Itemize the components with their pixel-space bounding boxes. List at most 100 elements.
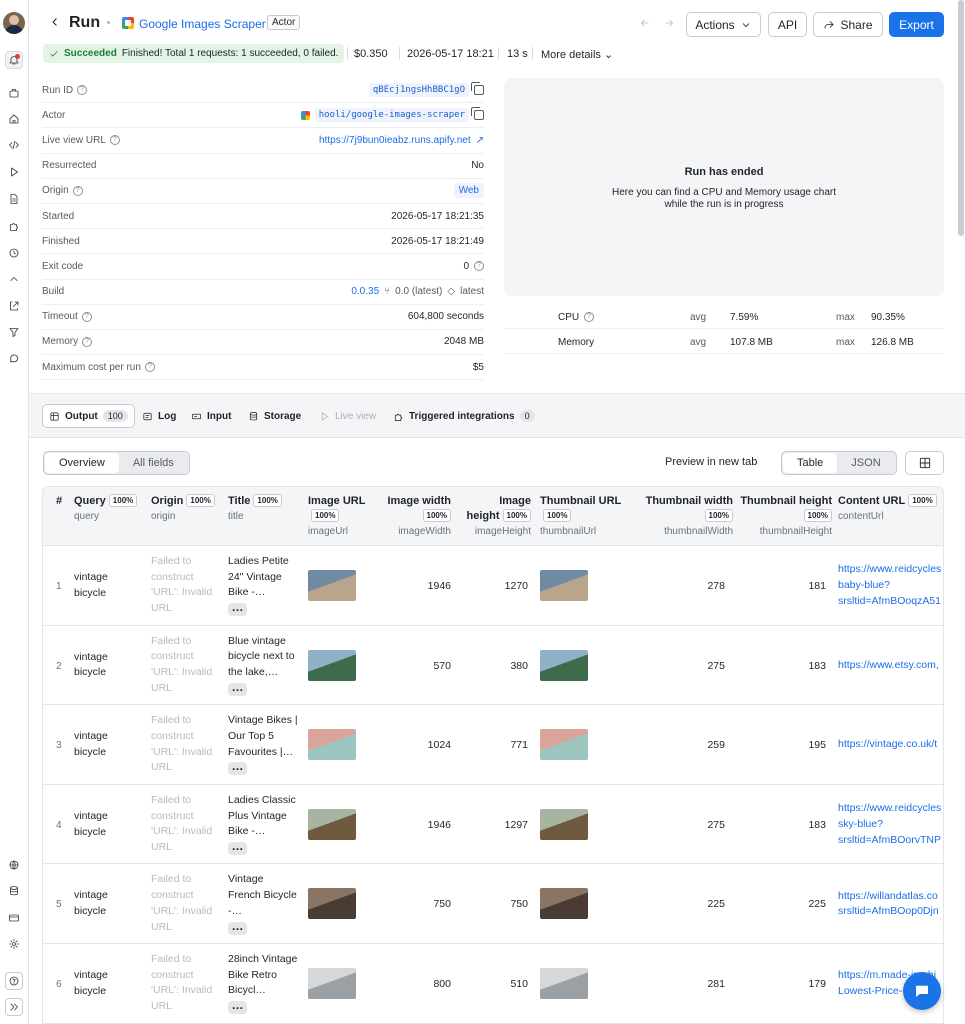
column-header[interactable]: Image URL 100% imageUrl bbox=[308, 494, 378, 539]
actor-id-link[interactable]: hooli/google-images-scraper bbox=[314, 108, 469, 123]
column-header[interactable]: Query 100% query bbox=[74, 494, 144, 524]
export-button[interactable]: Export bbox=[889, 12, 944, 37]
code-icon[interactable] bbox=[5, 136, 23, 154]
tab-triggered-integrations[interactable]: Triggered integrations 0 bbox=[393, 404, 535, 428]
image-thumbnail[interactable] bbox=[308, 808, 356, 840]
column-header[interactable]: # bbox=[56, 494, 68, 509]
globe-icon[interactable] bbox=[5, 856, 23, 874]
run-id-value[interactable]: qBEcj1ngsHhBBC1gO bbox=[368, 83, 469, 98]
expand-more-button[interactable]: … bbox=[228, 681, 247, 696]
table-row[interactable]: 4 vintage bicycle Failed to construct 'URL… bbox=[43, 785, 943, 865]
copy-icon[interactable] bbox=[471, 107, 484, 121]
column-header[interactable]: Image width 100% imageWidth bbox=[385, 494, 451, 539]
file-icon[interactable] bbox=[5, 190, 23, 208]
thumbnail-preview[interactable] bbox=[540, 808, 588, 840]
puzzle-icon[interactable] bbox=[5, 217, 23, 235]
image-thumbnail[interactable] bbox=[308, 570, 356, 601]
copy-icon[interactable] bbox=[471, 82, 484, 96]
expand-more-button[interactable]: … bbox=[228, 999, 247, 1015]
tab-output[interactable]: Output 100 bbox=[42, 404, 135, 428]
content-url-cell[interactable]: https://www.etsy.com, bbox=[838, 658, 943, 674]
detail-row: Build 0.0.35 ⑂ 0.0 (latest) ◇ latest bbox=[42, 280, 484, 305]
layout-toggle-button[interactable] bbox=[905, 451, 944, 475]
home-icon[interactable] bbox=[5, 110, 23, 128]
help-circle-icon[interactable]: ? bbox=[82, 336, 93, 347]
card-icon[interactable] bbox=[5, 909, 23, 927]
help-icon[interactable] bbox=[5, 972, 23, 990]
status-badge: Succeeded Finished! Total 1 requests: 1 … bbox=[43, 44, 345, 63]
help-circle-icon[interactable]: ? bbox=[474, 261, 484, 272]
support-chat-button[interactable] bbox=[903, 972, 941, 1010]
table-row[interactable]: 6 vintage bicycle Failed to construct 'URL… bbox=[43, 944, 943, 1023]
image-thumbnail[interactable] bbox=[308, 729, 356, 761]
column-header[interactable]: Image height 100% imageHeight bbox=[465, 494, 531, 539]
play-icon[interactable] bbox=[5, 163, 23, 181]
chat-icon[interactable] bbox=[5, 350, 23, 368]
expand-more-button[interactable]: … bbox=[228, 920, 247, 935]
share-icon[interactable] bbox=[5, 297, 23, 315]
tab-storage[interactable]: Storage bbox=[248, 404, 301, 428]
tab-count: 100 bbox=[102, 410, 128, 422]
image-thumbnail[interactable] bbox=[308, 888, 356, 920]
column-header[interactable]: Thumbnail height 100% thumbnailHeight bbox=[738, 494, 832, 539]
page-scrollbar[interactable] bbox=[958, 0, 964, 236]
prev-run-arrow-icon[interactable] bbox=[639, 17, 651, 29]
build-number-link[interactable]: 0.0.35 bbox=[351, 286, 379, 297]
briefcase-icon[interactable] bbox=[5, 84, 23, 102]
table-option[interactable]: Table bbox=[783, 453, 838, 473]
help-circle-icon[interactable]: ? bbox=[81, 311, 92, 322]
expand-more-button[interactable]: … bbox=[228, 840, 247, 855]
back-arrow-icon[interactable] bbox=[49, 16, 65, 32]
thumbnail-preview[interactable] bbox=[540, 729, 588, 761]
title-text: Ladies Petite 24" Vintage Bike -… bbox=[228, 555, 289, 599]
content-url-cell[interactable]: https://www.reidcycles baby-blue? srslti… bbox=[838, 562, 943, 609]
all-fields-option[interactable]: All fields bbox=[119, 453, 188, 473]
expand-more-button[interactable]: … bbox=[228, 601, 247, 617]
gear-icon[interactable] bbox=[5, 935, 23, 953]
tab-input[interactable]: Input bbox=[191, 404, 231, 428]
expand-icon[interactable] bbox=[5, 998, 23, 1016]
database-icon[interactable] bbox=[5, 882, 23, 900]
help-circle-icon[interactable]: ? bbox=[72, 185, 83, 196]
chevron-up-icon[interactable] bbox=[5, 270, 23, 288]
column-header[interactable]: Title 100% title bbox=[228, 494, 300, 524]
column-header[interactable]: Origin 100% origin bbox=[151, 494, 221, 524]
column-header[interactable]: Content URL 100% contentUrl bbox=[838, 494, 938, 524]
thumbnail-preview[interactable] bbox=[540, 968, 588, 999]
content-url-cell[interactable]: https://www.reidcycles sky-blue? srsltid… bbox=[838, 801, 943, 848]
image-thumbnail[interactable] bbox=[308, 968, 356, 999]
table-row[interactable]: 5 vintage bicycle Failed to construct 'URL… bbox=[43, 864, 943, 944]
preview-new-tab-link[interactable]: Preview in new tab bbox=[665, 456, 757, 468]
more-details-toggle[interactable]: More details ⌄ bbox=[541, 48, 613, 61]
live-view-url[interactable]: https://7j9bun0ieabz.runs.apify.net bbox=[319, 135, 471, 146]
thumbnail-preview[interactable] bbox=[540, 649, 588, 681]
next-run-arrow-icon[interactable] bbox=[663, 17, 675, 29]
content-url-cell[interactable]: https://willandatlas.co srsltid=AfmBOop0… bbox=[838, 889, 943, 920]
tab-log[interactable]: Log bbox=[142, 404, 176, 428]
actions-button[interactable]: Actions bbox=[686, 12, 761, 37]
clock-icon[interactable] bbox=[5, 244, 23, 262]
api-button[interactable]: API bbox=[768, 12, 807, 37]
filter-icon[interactable] bbox=[5, 323, 23, 341]
json-option[interactable]: JSON bbox=[837, 453, 894, 473]
content-url-cell[interactable]: https://vintage.co.uk/t bbox=[838, 737, 943, 753]
image-thumbnail[interactable] bbox=[308, 649, 356, 681]
share-button[interactable]: Share bbox=[813, 12, 883, 37]
overview-option[interactable]: Overview bbox=[45, 453, 119, 473]
bell-icon[interactable] bbox=[5, 51, 23, 69]
column-header[interactable]: Thumbnail URL 100% thumbnailUrl bbox=[540, 494, 632, 539]
actor-link[interactable]: Google Images Scraper bbox=[139, 17, 266, 31]
thumbnail-preview[interactable] bbox=[540, 570, 588, 601]
help-circle-icon[interactable]: ? bbox=[584, 312, 594, 322]
table-row[interactable]: 3 vintage bicycle Failed to construct 'URL… bbox=[43, 705, 943, 785]
column-header[interactable]: Thumbnail width 100% thumbnailWidth bbox=[639, 494, 733, 539]
help-circle-icon[interactable]: ? bbox=[77, 85, 88, 96]
help-circle-icon[interactable]: ? bbox=[109, 135, 120, 146]
expand-more-button[interactable]: … bbox=[228, 760, 247, 776]
table-row[interactable]: 1 vintage bicycle Failed to construct 'URL… bbox=[43, 546, 943, 626]
table-row[interactable]: 2 vintage bicycle Failed to construct 'URL… bbox=[43, 626, 943, 706]
avatar[interactable] bbox=[3, 12, 25, 34]
help-circle-icon[interactable]: ? bbox=[144, 362, 155, 373]
thumbnail-preview[interactable] bbox=[540, 888, 588, 920]
field-key: query bbox=[74, 511, 100, 522]
